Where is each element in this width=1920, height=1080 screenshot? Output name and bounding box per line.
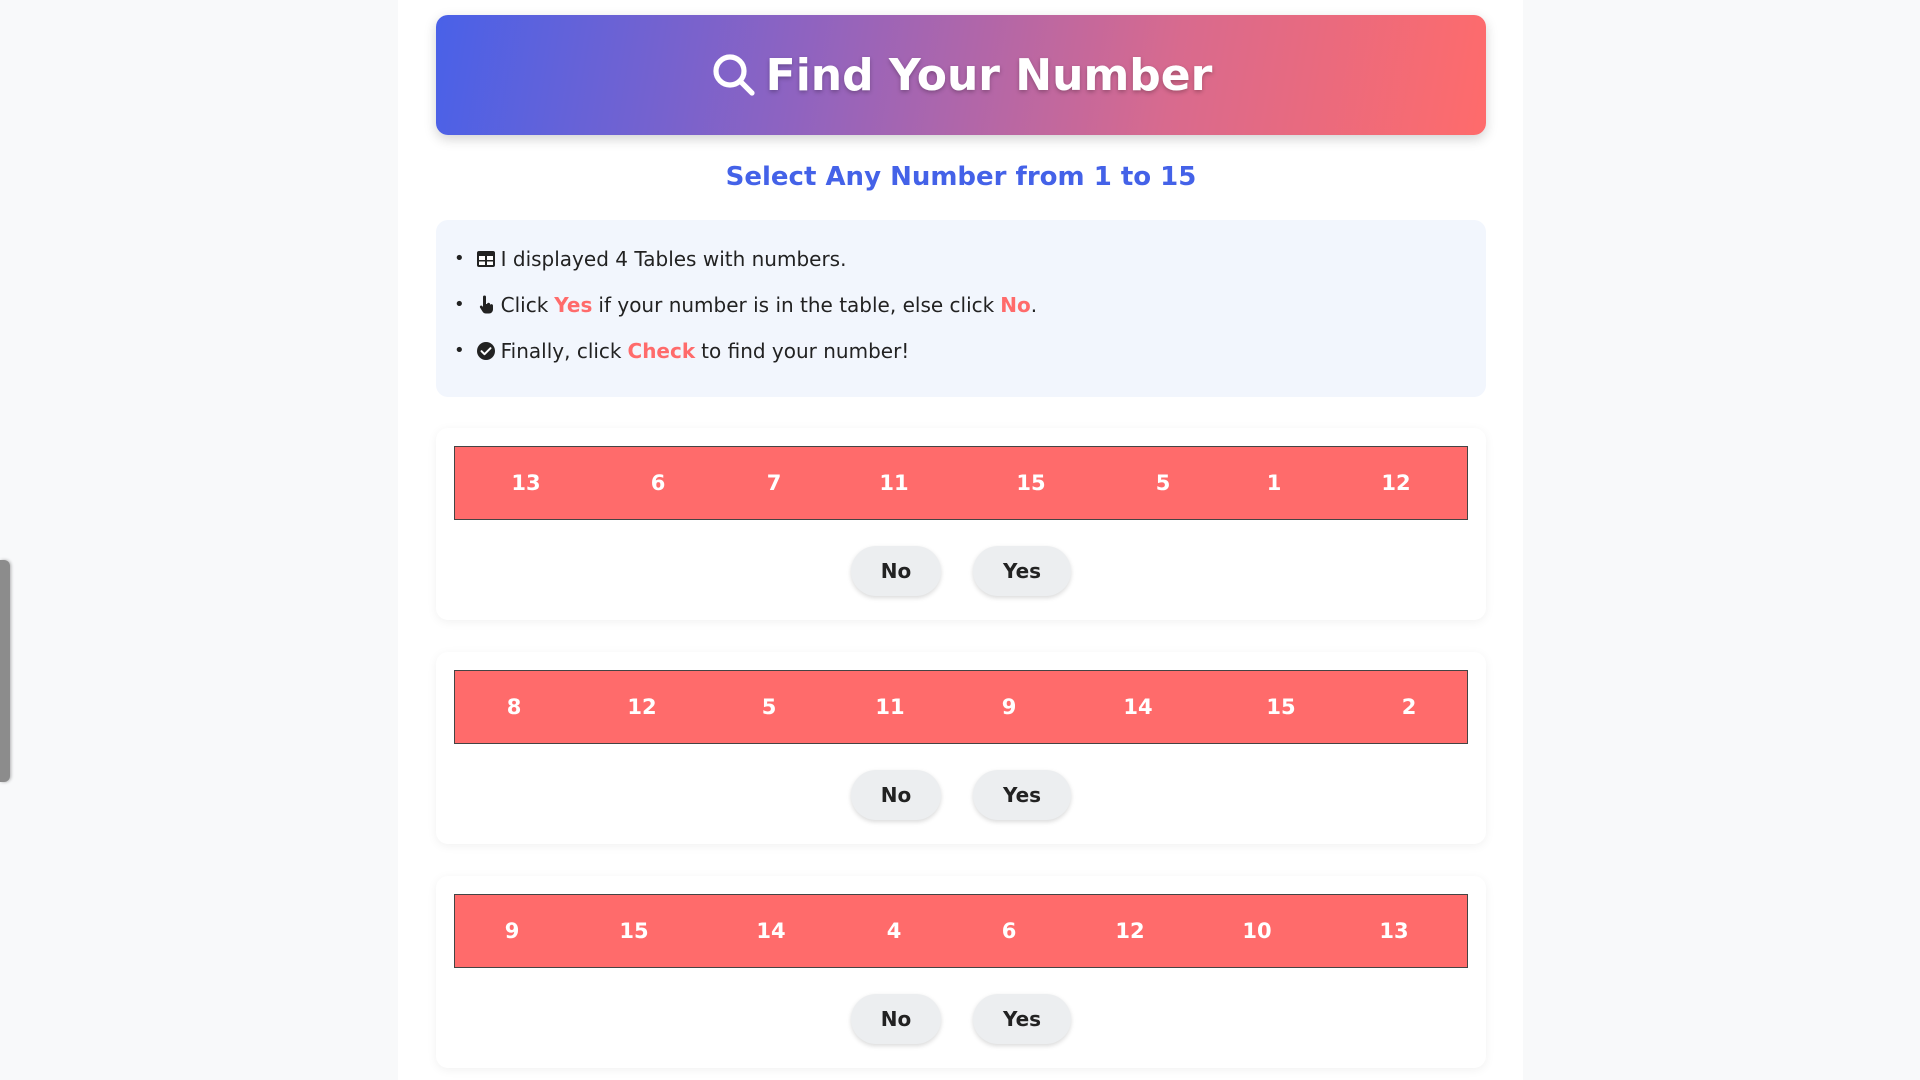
no-highlight: No [1000, 293, 1031, 317]
yes-button[interactable]: Yes [973, 770, 1071, 820]
table-number: 14 [756, 919, 786, 943]
yes-highlight: Yes [554, 293, 593, 317]
instruction-text: I displayed 4 Tables with numbers. [500, 247, 847, 271]
table-number: 8 [506, 695, 522, 719]
table-number: 15 [1016, 471, 1046, 495]
table-number: 12 [627, 695, 657, 719]
check-circle-icon [475, 340, 497, 362]
yes-button[interactable]: Yes [973, 994, 1071, 1044]
table-number: 11 [875, 695, 905, 719]
instruction-item: • I displayed 4 Tables with numbers. [454, 247, 847, 271]
number-table: 8 12 5 11 9 14 15 2 [454, 670, 1468, 744]
number-table: 9 15 14 4 6 12 10 13 [454, 894, 1468, 968]
pointer-hand-icon [475, 294, 497, 316]
table-number: 4 [886, 919, 902, 943]
no-button[interactable]: No [851, 994, 941, 1044]
table-number: 13 [1379, 919, 1409, 943]
instructions-box: • I displayed 4 Tables with numbers. • C… [436, 220, 1486, 397]
subtitle: Select Any Number from 1 to 15 [725, 162, 1197, 192]
instruction-item: • Finally, click Check to find your numb… [454, 339, 910, 363]
table-number: 14 [1123, 695, 1153, 719]
no-button[interactable]: No [851, 770, 941, 820]
table-number: 1 [1266, 471, 1282, 495]
table-number: 5 [761, 695, 777, 719]
number-table: 13 6 7 11 15 5 1 12 [454, 446, 1468, 520]
page-title: Find Your Number [765, 49, 1213, 101]
table-number: 12 [1115, 919, 1145, 943]
number-table-card: 8 12 5 11 9 14 15 2 No Yes [436, 652, 1486, 844]
table-number: 9 [1001, 695, 1017, 719]
table-number: 6 [650, 471, 666, 495]
table-number: 15 [1266, 695, 1296, 719]
number-table-card: 9 15 14 4 6 12 10 13 No Yes [436, 876, 1486, 1068]
table-number: 13 [511, 471, 541, 495]
table-number: 5 [1155, 471, 1171, 495]
search-icon [713, 54, 755, 96]
table-number: 12 [1381, 471, 1411, 495]
check-highlight: Check [627, 339, 696, 363]
table-number: 6 [1001, 919, 1017, 943]
number-table-card: 13 6 7 11 15 5 1 12 No Yes [436, 428, 1486, 620]
page-header: Find Your Number [436, 15, 1486, 135]
yes-button[interactable]: Yes [973, 546, 1071, 596]
instruction-item: • Click Yes if your number is in the tab… [454, 293, 1038, 317]
table-number: 9 [504, 919, 520, 943]
table-number: 10 [1242, 919, 1272, 943]
no-button[interactable]: No [851, 546, 941, 596]
main-panel: Find Your Number Select Any Number from … [398, 0, 1523, 1080]
table-number: 11 [879, 471, 909, 495]
table-number: 7 [766, 471, 782, 495]
table-number: 2 [1401, 695, 1417, 719]
table-number: 15 [619, 919, 649, 943]
table-icon [475, 248, 497, 270]
side-drawer-handle[interactable] [0, 560, 10, 782]
